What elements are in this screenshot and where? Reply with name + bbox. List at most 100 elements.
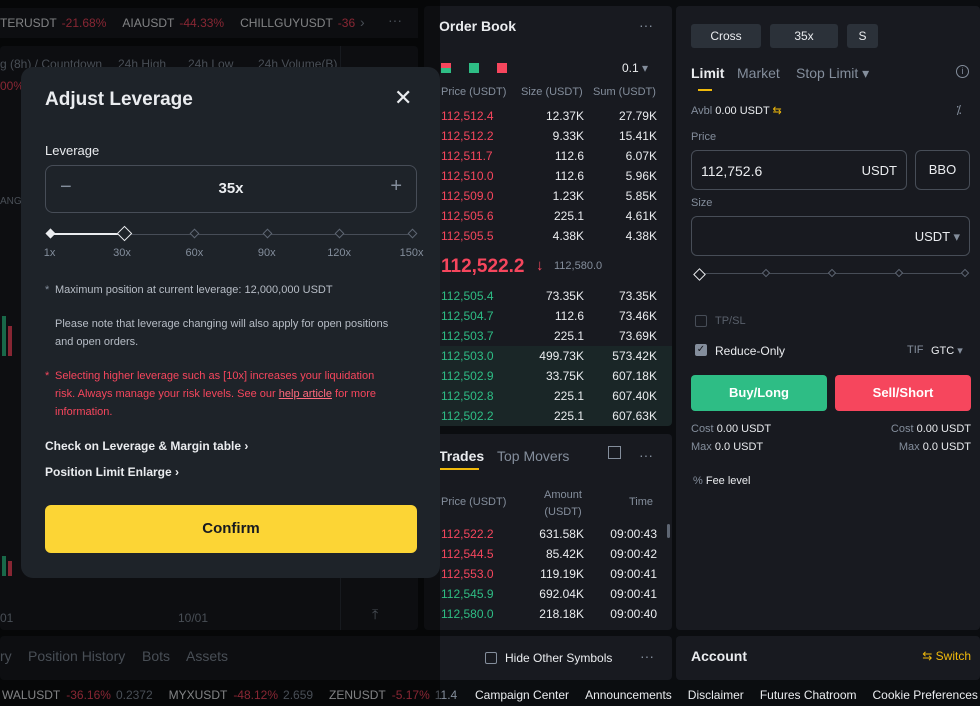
orderbook-row[interactable]: 112,510.0 112.6 5.96K bbox=[424, 166, 672, 186]
leverage-button[interactable]: 35x bbox=[770, 24, 838, 48]
leverage-stepper[interactable]: − 35x + bbox=[45, 165, 417, 213]
row-sum: 73.46K bbox=[618, 309, 657, 323]
slider-label: 120x bbox=[327, 247, 352, 259]
scrollbar[interactable] bbox=[667, 524, 670, 538]
orderbook-row[interactable]: 112,512.4 12.37K 27.79K bbox=[424, 106, 672, 126]
reduce-only-checkbox[interactable]: ✓ bbox=[695, 344, 707, 356]
footer-link[interactable]: Campaign Center bbox=[475, 688, 569, 702]
trade-amount: 218.18K bbox=[539, 607, 584, 621]
tab-market[interactable]: Market bbox=[737, 65, 780, 81]
size-input[interactable]: USDT ▾ bbox=[691, 216, 970, 256]
tif-select[interactable]: GTC ▾ bbox=[931, 344, 963, 357]
sell-short-button[interactable]: Sell/Short bbox=[835, 375, 971, 411]
hide-other-checkbox[interactable] bbox=[485, 652, 497, 664]
col-amount: Amount (USDT) bbox=[544, 489, 582, 518]
slider-tick[interactable] bbox=[827, 268, 837, 278]
switch-button[interactable]: ⇆ Switch bbox=[922, 649, 971, 663]
size-unit: USDT bbox=[914, 229, 950, 244]
reduce-only-label: Reduce-Only bbox=[715, 344, 786, 358]
footer-link[interactable]: Announcements bbox=[585, 688, 672, 702]
calculator-icon[interactable]: ⁒ bbox=[956, 103, 961, 117]
leverage-slider-thumb[interactable] bbox=[116, 225, 133, 242]
buy-long-button[interactable]: Buy/Long bbox=[691, 375, 827, 411]
plus-icon[interactable]: + bbox=[390, 175, 402, 198]
caret-down-icon: ▾ bbox=[953, 229, 960, 244]
orderbook-row[interactable]: 112,505.5 4.38K 4.38K bbox=[424, 226, 672, 246]
slider-tick[interactable] bbox=[407, 228, 417, 239]
trade-price: 112,580.0 bbox=[441, 607, 494, 621]
step-select[interactable]: 0.1 ▾ bbox=[622, 61, 648, 75]
position-limit-link[interactable]: Position Limit Enlarge › bbox=[45, 465, 179, 479]
view-both-icon[interactable] bbox=[441, 63, 451, 73]
orderbook-row[interactable]: 112,505.4 73.35K 73.35K bbox=[424, 286, 672, 306]
trade-amount: 692.04K bbox=[539, 587, 584, 601]
row-sum: 4.38K bbox=[625, 229, 657, 243]
orderbook-row[interactable]: 112,503.7 225.1 73.69K bbox=[424, 326, 672, 346]
avbl-label: Avbl bbox=[691, 105, 713, 117]
close-icon[interactable]: ✕ bbox=[394, 87, 412, 109]
row-size: 33.75K bbox=[545, 369, 584, 383]
view-bids-icon[interactable] bbox=[469, 63, 479, 73]
trade-row: 112,522.2 631.58K 09:00:43 bbox=[424, 524, 672, 544]
row-size: 225.1 bbox=[553, 409, 584, 423]
tif-value: GTC bbox=[931, 345, 955, 357]
more-icon[interactable]: ··· bbox=[640, 648, 654, 664]
tab-stop-limit[interactable]: Stop Limit ▾ bbox=[796, 65, 869, 82]
tab-limit[interactable]: Limit bbox=[691, 65, 724, 81]
footer-link[interactable]: Disclaimer bbox=[688, 688, 744, 702]
row-size: 112.6 bbox=[554, 149, 584, 163]
orderbook-row[interactable]: 112,509.0 1.23K 5.85K bbox=[424, 186, 672, 206]
slider-tick[interactable] bbox=[894, 268, 904, 278]
orderbook-row[interactable]: 112,512.2 9.33K 15.41K bbox=[424, 126, 672, 146]
trade-row: 112,544.5 85.42K 09:00:42 bbox=[424, 544, 672, 564]
transfer-icon[interactable]: ⇆ bbox=[773, 105, 782, 117]
leverage-margin-table-link[interactable]: Check on Leverage & Margin table › bbox=[45, 439, 248, 453]
orderbook-row[interactable]: 112,511.7 112.6 6.07K bbox=[424, 146, 672, 166]
margin-mode-button[interactable]: Cross bbox=[691, 24, 761, 48]
footer-link[interactable]: Futures Chatroom bbox=[760, 688, 857, 702]
adjust-leverage-modal: Adjust Leverage ✕ Leverage − 35x + 1x 30x… bbox=[21, 67, 440, 578]
confirm-button[interactable]: Confirm bbox=[45, 505, 417, 553]
row-sum: 73.69K bbox=[618, 329, 657, 343]
tab-trades[interactable]: Trades bbox=[439, 448, 484, 464]
buy-cost: Cost 0.00 USDT bbox=[691, 423, 771, 435]
orderbook-row[interactable]: 112,502.9 33.75K 607.18K bbox=[424, 366, 672, 386]
slider-tick[interactable] bbox=[334, 228, 345, 239]
account-panel: Account ⇆ Switch bbox=[676, 636, 980, 680]
slider-tick[interactable] bbox=[761, 268, 771, 278]
orderbook-row[interactable]: 112,502.2 225.1 607.63K bbox=[424, 406, 672, 426]
slider-tick[interactable] bbox=[262, 228, 273, 239]
orderbook-row[interactable]: 112,503.0 499.73K 573.42K bbox=[424, 346, 672, 366]
fee-level-label: Fee level bbox=[705, 475, 751, 487]
help-article-link[interactable]: help article bbox=[279, 388, 332, 400]
popout-icon[interactable] bbox=[608, 446, 621, 459]
slider-label: 1x bbox=[43, 247, 56, 259]
footer-link[interactable]: Cookie Preferences bbox=[873, 688, 978, 702]
slider-thumb[interactable] bbox=[693, 268, 706, 281]
row-sum: 607.40K bbox=[612, 389, 657, 403]
chevron-right-icon: › bbox=[244, 439, 249, 453]
orderbook-row[interactable]: 112,505.6 225.1 4.61K bbox=[424, 206, 672, 226]
link-label: Check on Leverage & Margin table bbox=[45, 439, 242, 453]
bbo-button[interactable]: BBO bbox=[915, 150, 970, 190]
tpsl-checkbox[interactable] bbox=[695, 315, 707, 327]
orderbook-row[interactable]: 112,502.8 225.1 607.40K bbox=[424, 386, 672, 406]
size-unit-select[interactable]: USDT ▾ bbox=[915, 229, 960, 245]
slider-tick[interactable] bbox=[189, 228, 200, 239]
more-icon[interactable]: ··· bbox=[639, 447, 653, 463]
price-value: 112,752.6 bbox=[701, 163, 763, 179]
more-icon[interactable]: ··· bbox=[639, 17, 653, 33]
row-sum: 5.85K bbox=[625, 189, 657, 203]
position-mode-button[interactable]: S bbox=[847, 24, 878, 48]
slider-tick[interactable] bbox=[45, 228, 55, 239]
trade-time: 09:00:42 bbox=[610, 547, 657, 561]
price-input[interactable]: 112,752.6 USDT bbox=[691, 150, 907, 190]
view-asks-icon[interactable] bbox=[497, 63, 507, 73]
hide-other-label: Hide Other Symbols bbox=[505, 651, 613, 665]
info-icon[interactable]: i bbox=[956, 65, 969, 78]
orderbook-row[interactable]: 112,504.7 112.6 73.46K bbox=[424, 306, 672, 326]
max-label: Max bbox=[691, 441, 712, 453]
slider-tick[interactable] bbox=[960, 268, 970, 278]
tab-top-movers[interactable]: Top Movers bbox=[497, 448, 569, 464]
fee-level-link[interactable]: % Fee level bbox=[693, 475, 750, 487]
